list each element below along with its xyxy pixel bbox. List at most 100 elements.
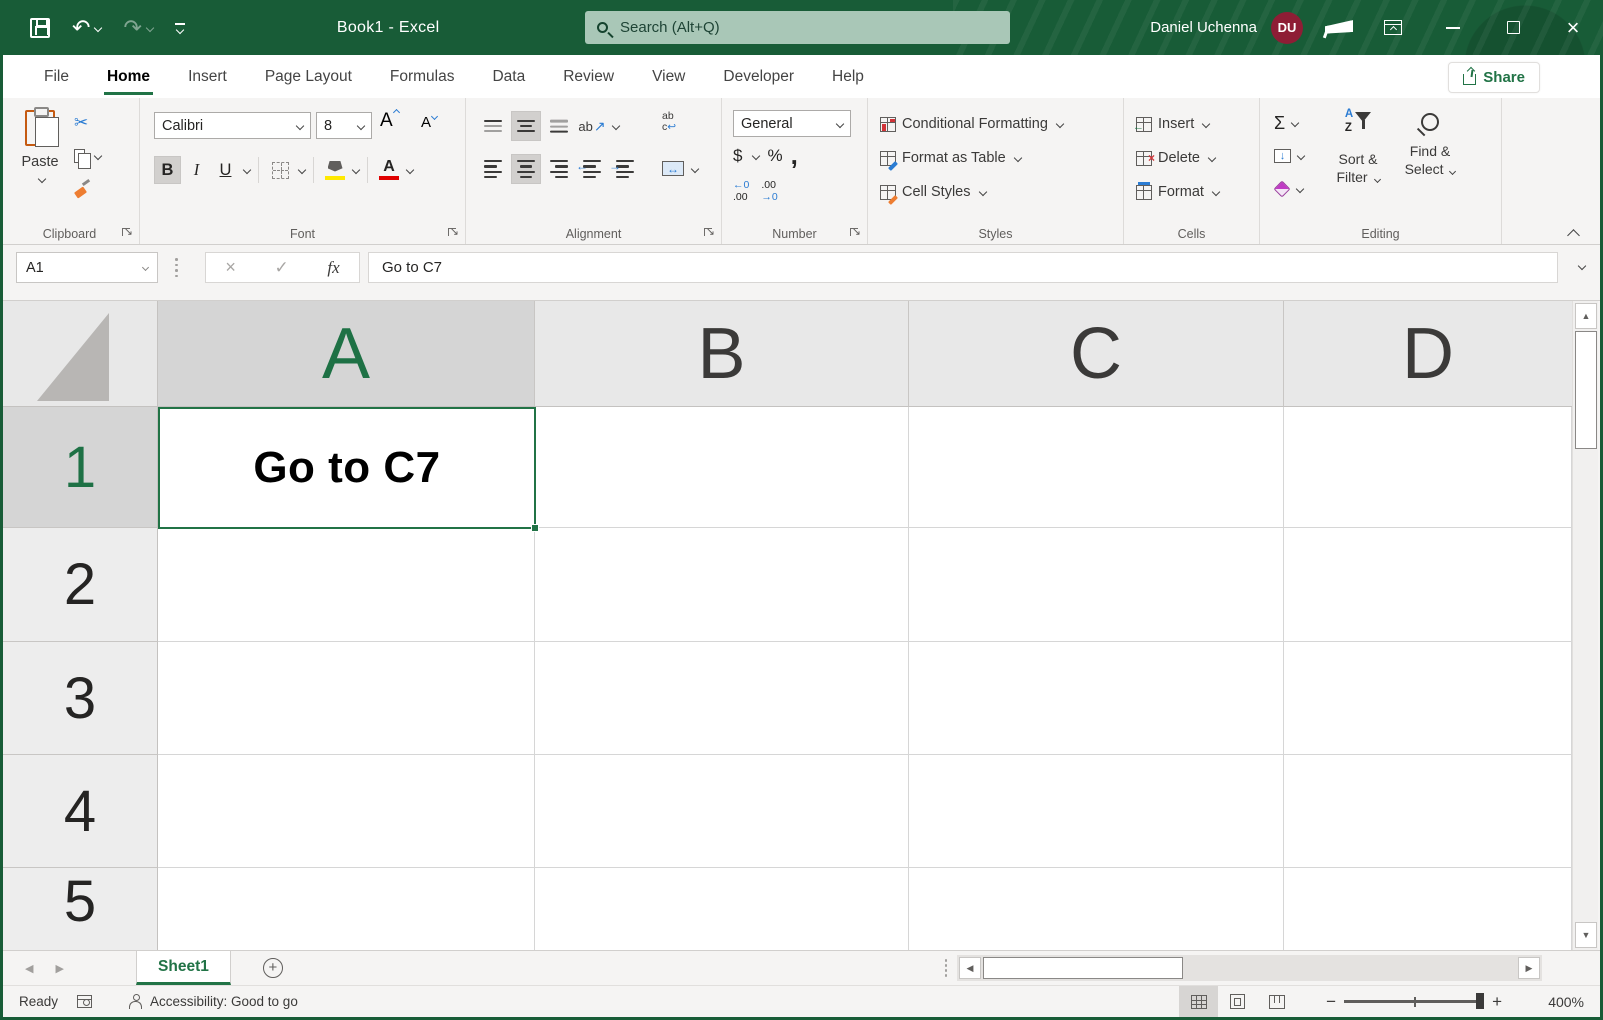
format-painter-button[interactable] — [74, 176, 101, 202]
coming-soon-button[interactable] — [1303, 0, 1363, 55]
scroll-up-button[interactable]: ▲ — [1575, 303, 1597, 329]
redo-button[interactable]: ↷ — [119, 11, 156, 45]
sheet-tab-sheet1[interactable]: Sheet1 — [136, 951, 231, 985]
decrease-decimal-button[interactable]: .00→0 — [761, 180, 777, 203]
sort-filter-button[interactable]: AZ Sort &Filter — [1326, 108, 1390, 186]
center-button[interactable] — [511, 154, 541, 184]
scroll-right-button[interactable]: ▶ — [1518, 957, 1540, 979]
new-sheet-button[interactable]: + — [263, 958, 283, 978]
cell-C5[interactable] — [909, 868, 1284, 950]
align-left-button[interactable] — [478, 154, 508, 184]
cell-D2[interactable] — [1284, 528, 1572, 642]
undo-button[interactable]: ↶ — [68, 11, 105, 45]
avatar[interactable]: DU — [1271, 12, 1303, 44]
underline-button[interactable]: U — [212, 156, 239, 184]
cell-D4[interactable] — [1284, 755, 1572, 868]
italic-button[interactable]: I — [183, 156, 210, 184]
tab-page-layout[interactable]: Page Layout — [246, 55, 371, 98]
chevron-down-icon[interactable] — [752, 152, 760, 160]
zoom-slider-thumb[interactable] — [1476, 993, 1484, 1009]
cell-C1[interactable] — [909, 407, 1284, 528]
cell-D1[interactable] — [1284, 407, 1572, 528]
paste-button[interactable]: Paste — [14, 110, 66, 218]
horizontal-scrollbar-thumb[interactable] — [983, 957, 1183, 979]
wrap-text-button[interactable]: abc↩ — [662, 111, 676, 133]
expand-formula-bar-button[interactable] — [1578, 262, 1586, 270]
macro-record-icon[interactable] — [77, 995, 92, 1008]
cell-C3[interactable] — [909, 642, 1284, 755]
decrease-font-size-button[interactable]: A — [421, 114, 437, 131]
column-header-A[interactable]: A — [158, 301, 535, 407]
cell-B2[interactable] — [535, 528, 909, 642]
selection-box-A1[interactable]: Go to C7 — [158, 407, 536, 529]
row-header-1[interactable]: 1 — [3, 407, 158, 528]
autosum-button[interactable]: Σ — [1274, 110, 1304, 136]
row-header-4[interactable]: 4 — [3, 755, 158, 868]
tab-data[interactable]: Data — [473, 55, 544, 98]
cell-B4[interactable] — [535, 755, 909, 868]
borders-button[interactable] — [267, 156, 294, 184]
copy-button[interactable] — [74, 143, 101, 169]
formula-bar-input[interactable]: Go to C7 — [368, 252, 1558, 283]
find-select-button[interactable]: Find &Select — [1398, 108, 1462, 178]
chevron-down-icon[interactable] — [612, 122, 620, 130]
next-sheet-button[interactable]: ▶ — [55, 962, 63, 975]
page-break-preview-button[interactable] — [1257, 986, 1296, 1017]
merge-center-button[interactable]: ↔ — [662, 161, 684, 176]
close-button[interactable]: × — [1543, 0, 1603, 55]
column-header-B[interactable]: B — [535, 301, 909, 407]
cancel-button[interactable]: × — [225, 257, 236, 278]
clipboard-dialog-launcher[interactable]: ↘ — [119, 225, 134, 240]
select-all-button[interactable] — [3, 301, 158, 407]
vertical-scrollbar[interactable]: ▲ ▼ — [1572, 301, 1598, 950]
row-header-5[interactable]: 5 — [3, 868, 158, 950]
cell-C4[interactable] — [909, 755, 1284, 868]
tab-developer[interactable]: Developer — [704, 55, 813, 98]
tab-home[interactable]: Home — [88, 55, 169, 98]
chevron-down-icon[interactable] — [298, 166, 306, 174]
user-name[interactable]: Daniel Uchenna — [1150, 19, 1257, 36]
tab-view[interactable]: View — [633, 55, 704, 98]
cell-A2[interactable] — [158, 528, 535, 642]
fill-button[interactable]: ↓ — [1274, 143, 1304, 169]
tab-splitter-grip[interactable] — [945, 951, 958, 985]
share-button[interactable]: Share — [1448, 62, 1540, 93]
tab-formulas[interactable]: Formulas — [371, 55, 474, 98]
cell-D3[interactable] — [1284, 642, 1572, 755]
chevron-down-icon[interactable] — [243, 166, 251, 174]
clear-button[interactable] — [1274, 176, 1304, 202]
vertical-scrollbar-thumb[interactable] — [1575, 331, 1597, 449]
cell-B5[interactable] — [535, 868, 909, 950]
row-header-2[interactable]: 2 — [3, 528, 158, 642]
zoom-in-button[interactable]: + — [1484, 992, 1510, 1012]
conditional-formatting-button[interactable]: Conditional Formatting — [880, 111, 1063, 137]
zoom-out-button[interactable]: − — [1318, 992, 1344, 1012]
name-box[interactable]: A1 — [16, 252, 158, 283]
accounting-format-button[interactable]: $ — [733, 146, 742, 166]
enter-button[interactable]: ✓ — [274, 258, 288, 278]
align-right-button[interactable] — [544, 154, 574, 184]
percent-style-button[interactable]: % — [767, 146, 782, 166]
cell-A4[interactable] — [158, 755, 535, 868]
chevron-down-icon[interactable] — [406, 166, 414, 174]
orientation-button[interactable]: ab↗ — [577, 111, 607, 141]
decrease-indent-button[interactable]: ← — [577, 154, 607, 184]
chevron-down-icon[interactable] — [352, 166, 360, 174]
maximize-button[interactable] — [1483, 0, 1543, 55]
column-header-C[interactable]: C — [909, 301, 1284, 407]
horizontal-scrollbar[interactable]: ◀ ▶ — [957, 955, 1542, 981]
cut-button[interactable]: ✂ — [74, 110, 101, 136]
format-cells-button[interactable]: Format — [1136, 179, 1219, 205]
increase-decimal-button[interactable]: ←0.00 — [733, 180, 749, 203]
delete-cells-button[interactable]: × Delete — [1136, 145, 1215, 171]
search-box[interactable] — [585, 11, 1010, 44]
previous-sheet-button[interactable]: ◀ — [25, 962, 33, 975]
scroll-down-button[interactable]: ▼ — [1575, 922, 1597, 948]
tab-help[interactable]: Help — [813, 55, 883, 98]
cell-B3[interactable] — [535, 642, 909, 755]
formula-bar-grip[interactable] — [175, 258, 178, 277]
bold-button[interactable]: B — [154, 156, 181, 184]
alignment-dialog-launcher[interactable]: ↘ — [701, 225, 716, 240]
ribbon-display-options-button[interactable] — [1363, 0, 1423, 55]
middle-align-button[interactable] — [511, 111, 541, 141]
